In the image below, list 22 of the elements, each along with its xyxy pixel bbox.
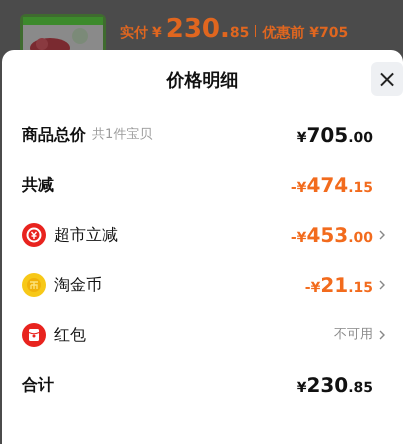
row-label: 红包 [54,324,86,346]
amount: -¥474.15 [290,175,373,195]
envelope-icon [22,323,46,347]
sheet-title: 价格明细 [166,68,238,92]
amount: -¥21.15 [304,275,373,295]
coin-icon [22,273,46,297]
item-count: 共1件宝贝 [92,126,152,144]
status-text: 不可用 [334,326,373,344]
paid-label: 实付 [120,26,148,40]
row-label: 超市立减 [54,224,118,246]
amount: ¥705.00 [296,125,373,145]
divider-bar [255,25,256,37]
row-label: 淘金币 [54,274,102,296]
discount-icon [22,223,46,247]
row-label: 商品总价 [22,124,86,146]
row-label: 合计 [22,374,54,396]
row-label: 共减 [22,174,54,196]
original-price: 优惠前 ¥705 [262,26,348,40]
paid-price: ¥230.85 [152,16,250,42]
amount: ¥230.85 [296,375,373,395]
close-button[interactable]: × [371,62,403,96]
amount: -¥453.00 [290,225,373,245]
